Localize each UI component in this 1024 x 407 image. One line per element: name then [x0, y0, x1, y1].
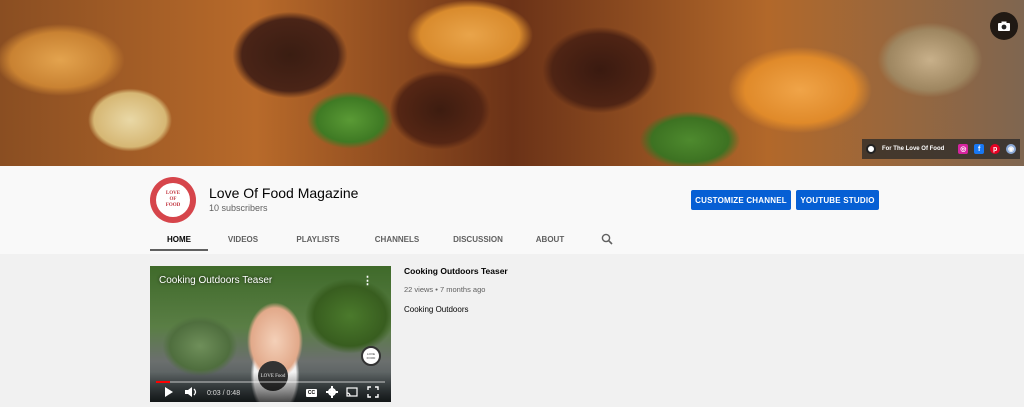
youtube-studio-button[interactable]: YOUTUBE STUDIO [796, 190, 879, 210]
video-description: Cooking Outdoors [404, 305, 469, 314]
tab-discussion[interactable]: DISCUSSION [436, 227, 520, 251]
website-icon[interactable]: ◉ [1006, 144, 1016, 154]
search-icon[interactable] [601, 233, 613, 245]
pinterest-icon[interactable]: p [990, 144, 1001, 154]
channel-header: LOVE OF FOOD Love Of Food Magazine 10 su… [0, 166, 1024, 254]
facebook-icon[interactable]: f [974, 144, 985, 154]
tab-videos[interactable]: VIDEOS [208, 227, 278, 251]
subscriber-count: 10 subscribers [209, 203, 268, 213]
camera-icon [998, 21, 1010, 31]
progress-bar[interactable] [156, 381, 385, 383]
video-title[interactable]: Cooking Outdoors Teaser [404, 266, 508, 276]
channel-banner: For The Love Of Food ◎ f p ◉ [0, 0, 1024, 166]
customize-channel-button[interactable]: CUSTOMIZE CHANNEL [691, 190, 791, 210]
tab-channels[interactable]: CHANNELS [358, 227, 436, 251]
avatar-line: FOOD [165, 203, 181, 208]
gear-icon[interactable] [326, 386, 338, 398]
channel-tabs: HOME VIDEOS PLAYLISTS CHANNELS DISCUSSIO… [150, 227, 580, 251]
video-meta: 22 views • 7 months ago [404, 285, 486, 294]
tab-home[interactable]: HOME [150, 227, 208, 251]
channel-name: Love Of Food Magazine [209, 185, 359, 201]
home-content: LOVE Food LOVE FOOD Cooking Outdoors Tea… [0, 254, 1024, 407]
volume-icon[interactable] [184, 386, 198, 398]
time-display: 0:03 / 0:48 [207, 390, 241, 397]
avatar-logo: LOVE OF FOOD [156, 183, 190, 217]
channel-link-logo-icon [866, 144, 876, 154]
youtube-channel-page: For The Love Of Food ◎ f p ◉ LOVE OF FOO… [0, 0, 1024, 407]
instagram-icon[interactable]: ◎ [958, 144, 969, 154]
play-icon[interactable] [164, 386, 174, 398]
avatar[interactable]: LOVE OF FOOD [150, 177, 196, 223]
tab-playlists[interactable]: PLAYLISTS [278, 227, 358, 251]
captions-icon[interactable]: CC [306, 389, 317, 397]
banner-links: For The Love Of Food ◎ f p ◉ [862, 139, 1020, 159]
fullscreen-icon[interactable] [367, 386, 379, 398]
progress-fill [156, 381, 171, 383]
featured-video-player[interactable]: LOVE Food LOVE FOOD Cooking Outdoors Tea… [150, 266, 391, 402]
player-title[interactable]: Cooking Outdoors Teaser [159, 275, 272, 286]
banner-link-text[interactable]: For The Love Of Food [882, 146, 944, 152]
channel-watermark-icon[interactable]: LOVE FOOD [361, 346, 381, 366]
tab-about[interactable]: ABOUT [520, 227, 580, 251]
edit-banner-button[interactable] [990, 12, 1018, 40]
cast-icon[interactable] [346, 386, 358, 398]
more-options-icon[interactable]: ⋮ [362, 274, 373, 287]
